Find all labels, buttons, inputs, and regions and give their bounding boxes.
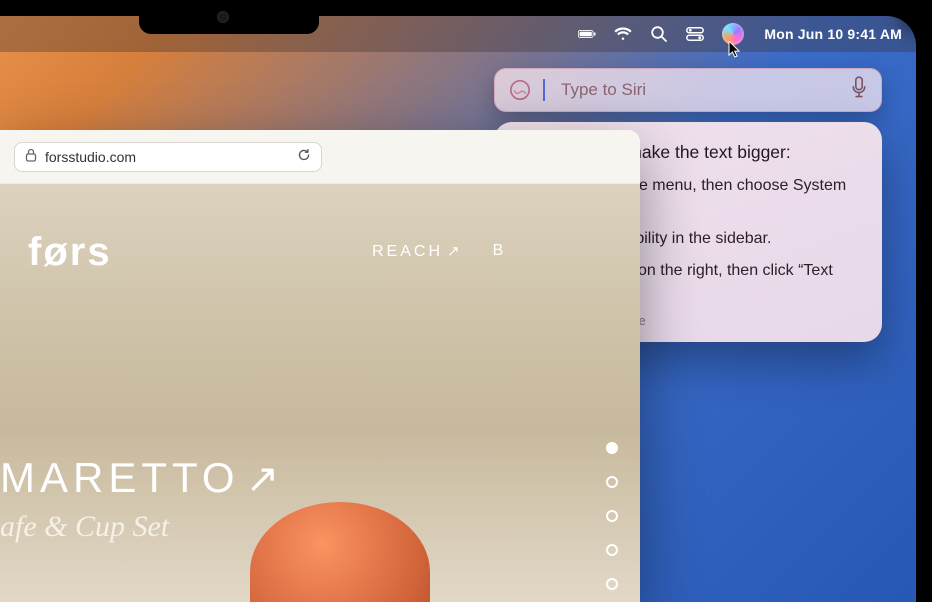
site-nav: REACH↗ B xyxy=(372,242,506,261)
address-bar[interactable]: forsstudio.com xyxy=(14,142,322,172)
battery-icon[interactable] xyxy=(578,25,596,43)
microphone-icon[interactable] xyxy=(851,76,867,104)
control-center-icon[interactable] xyxy=(686,25,704,43)
cursor-icon xyxy=(728,41,742,59)
siri-input[interactable]: Type to Siri xyxy=(494,68,882,112)
safari-window: forsstudio.com førs REACH↗ B MARETTO↗ af… xyxy=(0,130,640,602)
carousel-dot[interactable] xyxy=(606,578,618,590)
product-image xyxy=(250,502,430,602)
menubar-datetime[interactable]: Mon Jun 10 9:41 AM xyxy=(764,26,902,42)
menubar: Mon Jun 10 9:41 AM xyxy=(0,16,916,52)
carousel-dot[interactable] xyxy=(606,476,618,488)
text-caret xyxy=(543,79,545,101)
webpage: førs REACH↗ B MARETTO↗ afe & Cup Set xyxy=(0,184,640,602)
carousel-dot[interactable] xyxy=(606,544,618,556)
camera-icon xyxy=(217,11,229,23)
address-bar-url: forsstudio.com xyxy=(45,149,289,165)
nav-link-reach[interactable]: REACH↗ xyxy=(372,242,463,261)
spotlight-search-icon[interactable] xyxy=(650,25,668,43)
lock-icon xyxy=(25,148,37,165)
wifi-icon[interactable] xyxy=(614,25,632,43)
site-logo[interactable]: førs xyxy=(28,230,112,275)
nav-link-partial[interactable]: B xyxy=(493,242,507,261)
carousel-dots xyxy=(606,442,618,590)
safari-toolbar: forsstudio.com xyxy=(0,130,640,184)
siri-menubar-icon[interactable] xyxy=(722,23,744,45)
hero-subtitle: afe & Cup Set xyxy=(0,510,169,544)
hero-title[interactable]: MARETTO↗ xyxy=(0,454,284,502)
device-notch xyxy=(139,0,319,34)
siri-icon xyxy=(509,79,531,101)
reload-icon[interactable] xyxy=(297,148,311,165)
desktop: Mon Jun 10 9:41 AM Type to Siri Here's h… xyxy=(0,16,916,602)
carousel-dot[interactable] xyxy=(606,442,618,454)
carousel-dot[interactable] xyxy=(606,510,618,522)
siri-input-placeholder: Type to Siri xyxy=(561,80,839,100)
